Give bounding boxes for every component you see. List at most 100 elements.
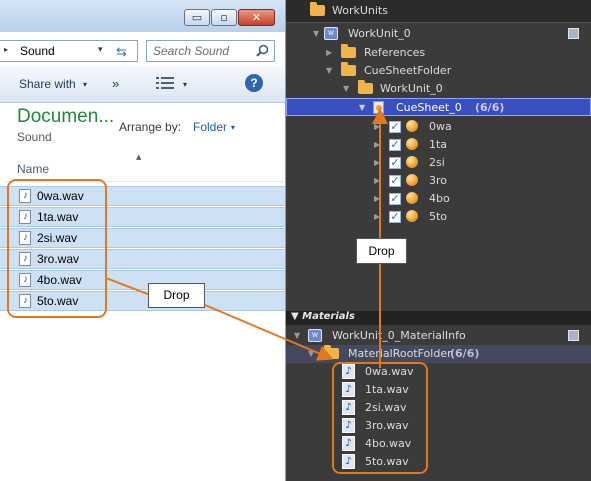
materials-title: ▼ Materials xyxy=(291,311,355,322)
tree-row-material[interactable]: ♪ 3ro.wav xyxy=(286,417,591,435)
tree-row-cuesheet-folder[interactable]: ▼ CueSheetFolder xyxy=(286,62,591,80)
view-caret-icon[interactable]: ▾ xyxy=(183,80,187,89)
tree-row-material-info[interactable]: ▼ W WorkUnit_0_MaterialInfo xyxy=(286,327,591,345)
cue-checkbox[interactable]: ✓ xyxy=(389,193,401,205)
tree-row-references[interactable]: ▶ References xyxy=(286,44,591,62)
tree-label: 3ro.wav xyxy=(365,419,409,432)
file-row[interactable]: ♪ 2si.wav xyxy=(0,228,285,248)
tree-row-cue[interactable]: ▶ ✓ 0wa xyxy=(286,118,591,136)
expand-arrow-icon[interactable]: ▶ xyxy=(374,158,380,167)
file-name: 2si.wav xyxy=(37,231,78,245)
file-name: 1ta.wav xyxy=(37,210,79,224)
cue-checkbox[interactable]: ✓ xyxy=(389,175,401,187)
refresh-icon[interactable]: ⇆ xyxy=(116,44,127,60)
save-icon[interactable] xyxy=(568,28,579,39)
expand-arrow-icon[interactable]: ▶ xyxy=(374,194,380,203)
audio-file-icon: ♪ xyxy=(19,252,31,266)
column-header: ▲ Name xyxy=(0,153,285,183)
cue-checkbox[interactable]: ✓ xyxy=(389,121,401,133)
expand-arrow-icon[interactable]: ▶ xyxy=(374,212,380,221)
cue-icon xyxy=(406,174,418,186)
file-row[interactable]: ♪ 1ta.wav xyxy=(0,207,285,227)
file-row[interactable]: ♪ 3ro.wav xyxy=(0,249,285,269)
tree-row-material[interactable]: ♪ 2si.wav xyxy=(286,399,591,417)
search-icon[interactable] xyxy=(256,44,269,57)
workunit-icon: W xyxy=(324,27,338,40)
tree-row-workunits[interactable]: WorkUnits xyxy=(286,2,591,20)
view-options-icon[interactable] xyxy=(156,77,176,89)
share-caret-icon[interactable]: ▾ xyxy=(83,80,87,89)
arrange-by-label: Arrange by: xyxy=(119,120,182,134)
tree-row-workunit[interactable]: ▼ W WorkUnit_0 xyxy=(286,25,591,43)
search-box[interactable] xyxy=(146,40,275,62)
arrange-by-dropdown[interactable]: Folder xyxy=(193,120,227,134)
more-commands-button[interactable]: » xyxy=(112,76,119,91)
tree-row-material-root[interactable]: ▼ MaterialRootFolder (6/6) xyxy=(286,345,591,363)
expand-arrow-icon[interactable]: ▼ xyxy=(359,103,365,112)
file-row[interactable]: ♪ 4bo.wav xyxy=(0,270,285,290)
tree-row-material[interactable]: ♪ 5to.wav xyxy=(286,453,591,471)
expand-arrow-icon[interactable]: ▼ xyxy=(343,84,349,93)
materials-header[interactable]: ▼ Materials xyxy=(286,311,591,325)
tree-row-workunit-folder[interactable]: ▼ WorkUnit_0 xyxy=(286,80,591,98)
tree-label: 1ta.wav xyxy=(365,383,409,396)
explorer-window: ▭ ▫ ✕ ▸ Sound ▾ ⇆ Share with ▾ » ▾ ? D xyxy=(0,0,286,481)
audio-file-icon: ♪ xyxy=(19,273,31,287)
tree-label: MaterialRootFolder xyxy=(348,347,452,360)
cue-icon xyxy=(406,210,418,222)
expand-arrow-icon[interactable]: ▶ xyxy=(374,176,380,185)
explorer-titlebar: ▭ ▫ ✕ xyxy=(0,0,285,32)
cue-icon xyxy=(406,120,418,132)
tree-label: CueSheet_0 xyxy=(396,101,462,114)
tree-row-material[interactable]: ♪ 4bo.wav xyxy=(286,435,591,453)
maximize-button[interactable]: ▫ xyxy=(211,9,237,26)
address-field[interactable]: ▸ Sound ▾ ⇆ xyxy=(0,40,138,62)
help-button[interactable]: ? xyxy=(245,74,263,92)
cue-checkbox[interactable]: ✓ xyxy=(389,157,401,169)
tree-label: 5to xyxy=(429,210,448,223)
minimize-icon: ▭ xyxy=(191,11,203,24)
share-with-button[interactable]: Share with xyxy=(19,77,76,91)
breadcrumb-sound[interactable]: Sound xyxy=(20,44,55,58)
file-name: 4bo.wav xyxy=(37,273,82,287)
tree-row-cue[interactable]: ▶ ✓ 2si xyxy=(286,154,591,172)
file-row[interactable]: ♪ 0wa.wav xyxy=(0,186,285,206)
expand-arrow-icon[interactable]: ▼ xyxy=(326,66,332,75)
tree-row-cue[interactable]: ▶ ✓ 5to xyxy=(286,208,591,226)
search-input[interactable] xyxy=(153,43,253,59)
expand-arrow-icon[interactable]: ▼ xyxy=(294,331,300,340)
tree-row-material[interactable]: ♪ 1ta.wav xyxy=(286,381,591,399)
tree-row-cue[interactable]: ▶ ✓ 1ta xyxy=(286,136,591,154)
folder-icon xyxy=(341,44,356,58)
waveform-file-icon: ♪ xyxy=(342,364,355,379)
expand-arrow-icon[interactable]: ▶ xyxy=(374,140,380,149)
expand-arrow-icon[interactable]: ▶ xyxy=(326,48,332,57)
tree-label: WorkUnits xyxy=(332,4,388,17)
tree-label: References xyxy=(364,46,426,59)
tree-row-material[interactable]: ♪ 0wa.wav xyxy=(286,363,591,381)
library-subtitle: Sound xyxy=(17,130,52,144)
file-name: 3ro.wav xyxy=(37,252,80,266)
close-button[interactable]: ✕ xyxy=(238,9,275,26)
expand-arrow-icon[interactable]: ▼ xyxy=(308,349,314,358)
tree-row-cue[interactable]: ▶ ✓ 3ro xyxy=(286,172,591,190)
column-name-header[interactable]: Name xyxy=(17,162,49,176)
cue-checkbox[interactable]: ✓ xyxy=(389,211,401,223)
file-row[interactable]: ♪ 5to.wav xyxy=(0,291,285,311)
close-icon: ✕ xyxy=(251,11,262,24)
tree-row-cuesheet[interactable]: ▼ CueSheet_0 (6/6) xyxy=(286,98,591,116)
audio-file-icon: ♪ xyxy=(19,231,31,245)
expand-arrow-icon[interactable]: ▼ xyxy=(313,29,319,38)
material-count: (6/6) xyxy=(450,347,480,360)
drop-callout-left: Drop xyxy=(148,283,205,308)
minimize-button[interactable]: ▭ xyxy=(184,9,210,26)
tree-label: 5to.wav xyxy=(365,455,409,468)
tree-label: 2si.wav xyxy=(365,401,407,414)
save-icon[interactable] xyxy=(568,330,579,341)
expand-arrow-icon[interactable]: ▶ xyxy=(374,122,380,131)
arrange-caret-icon[interactable]: ▾ xyxy=(231,123,235,132)
tree-row-cue[interactable]: ▶ ✓ 4bo xyxy=(286,190,591,208)
breadcrumb-arrow-icon[interactable]: ▸ xyxy=(4,45,8,54)
address-dropdown-icon[interactable]: ▾ xyxy=(98,44,103,55)
cue-checkbox[interactable]: ✓ xyxy=(389,139,401,151)
